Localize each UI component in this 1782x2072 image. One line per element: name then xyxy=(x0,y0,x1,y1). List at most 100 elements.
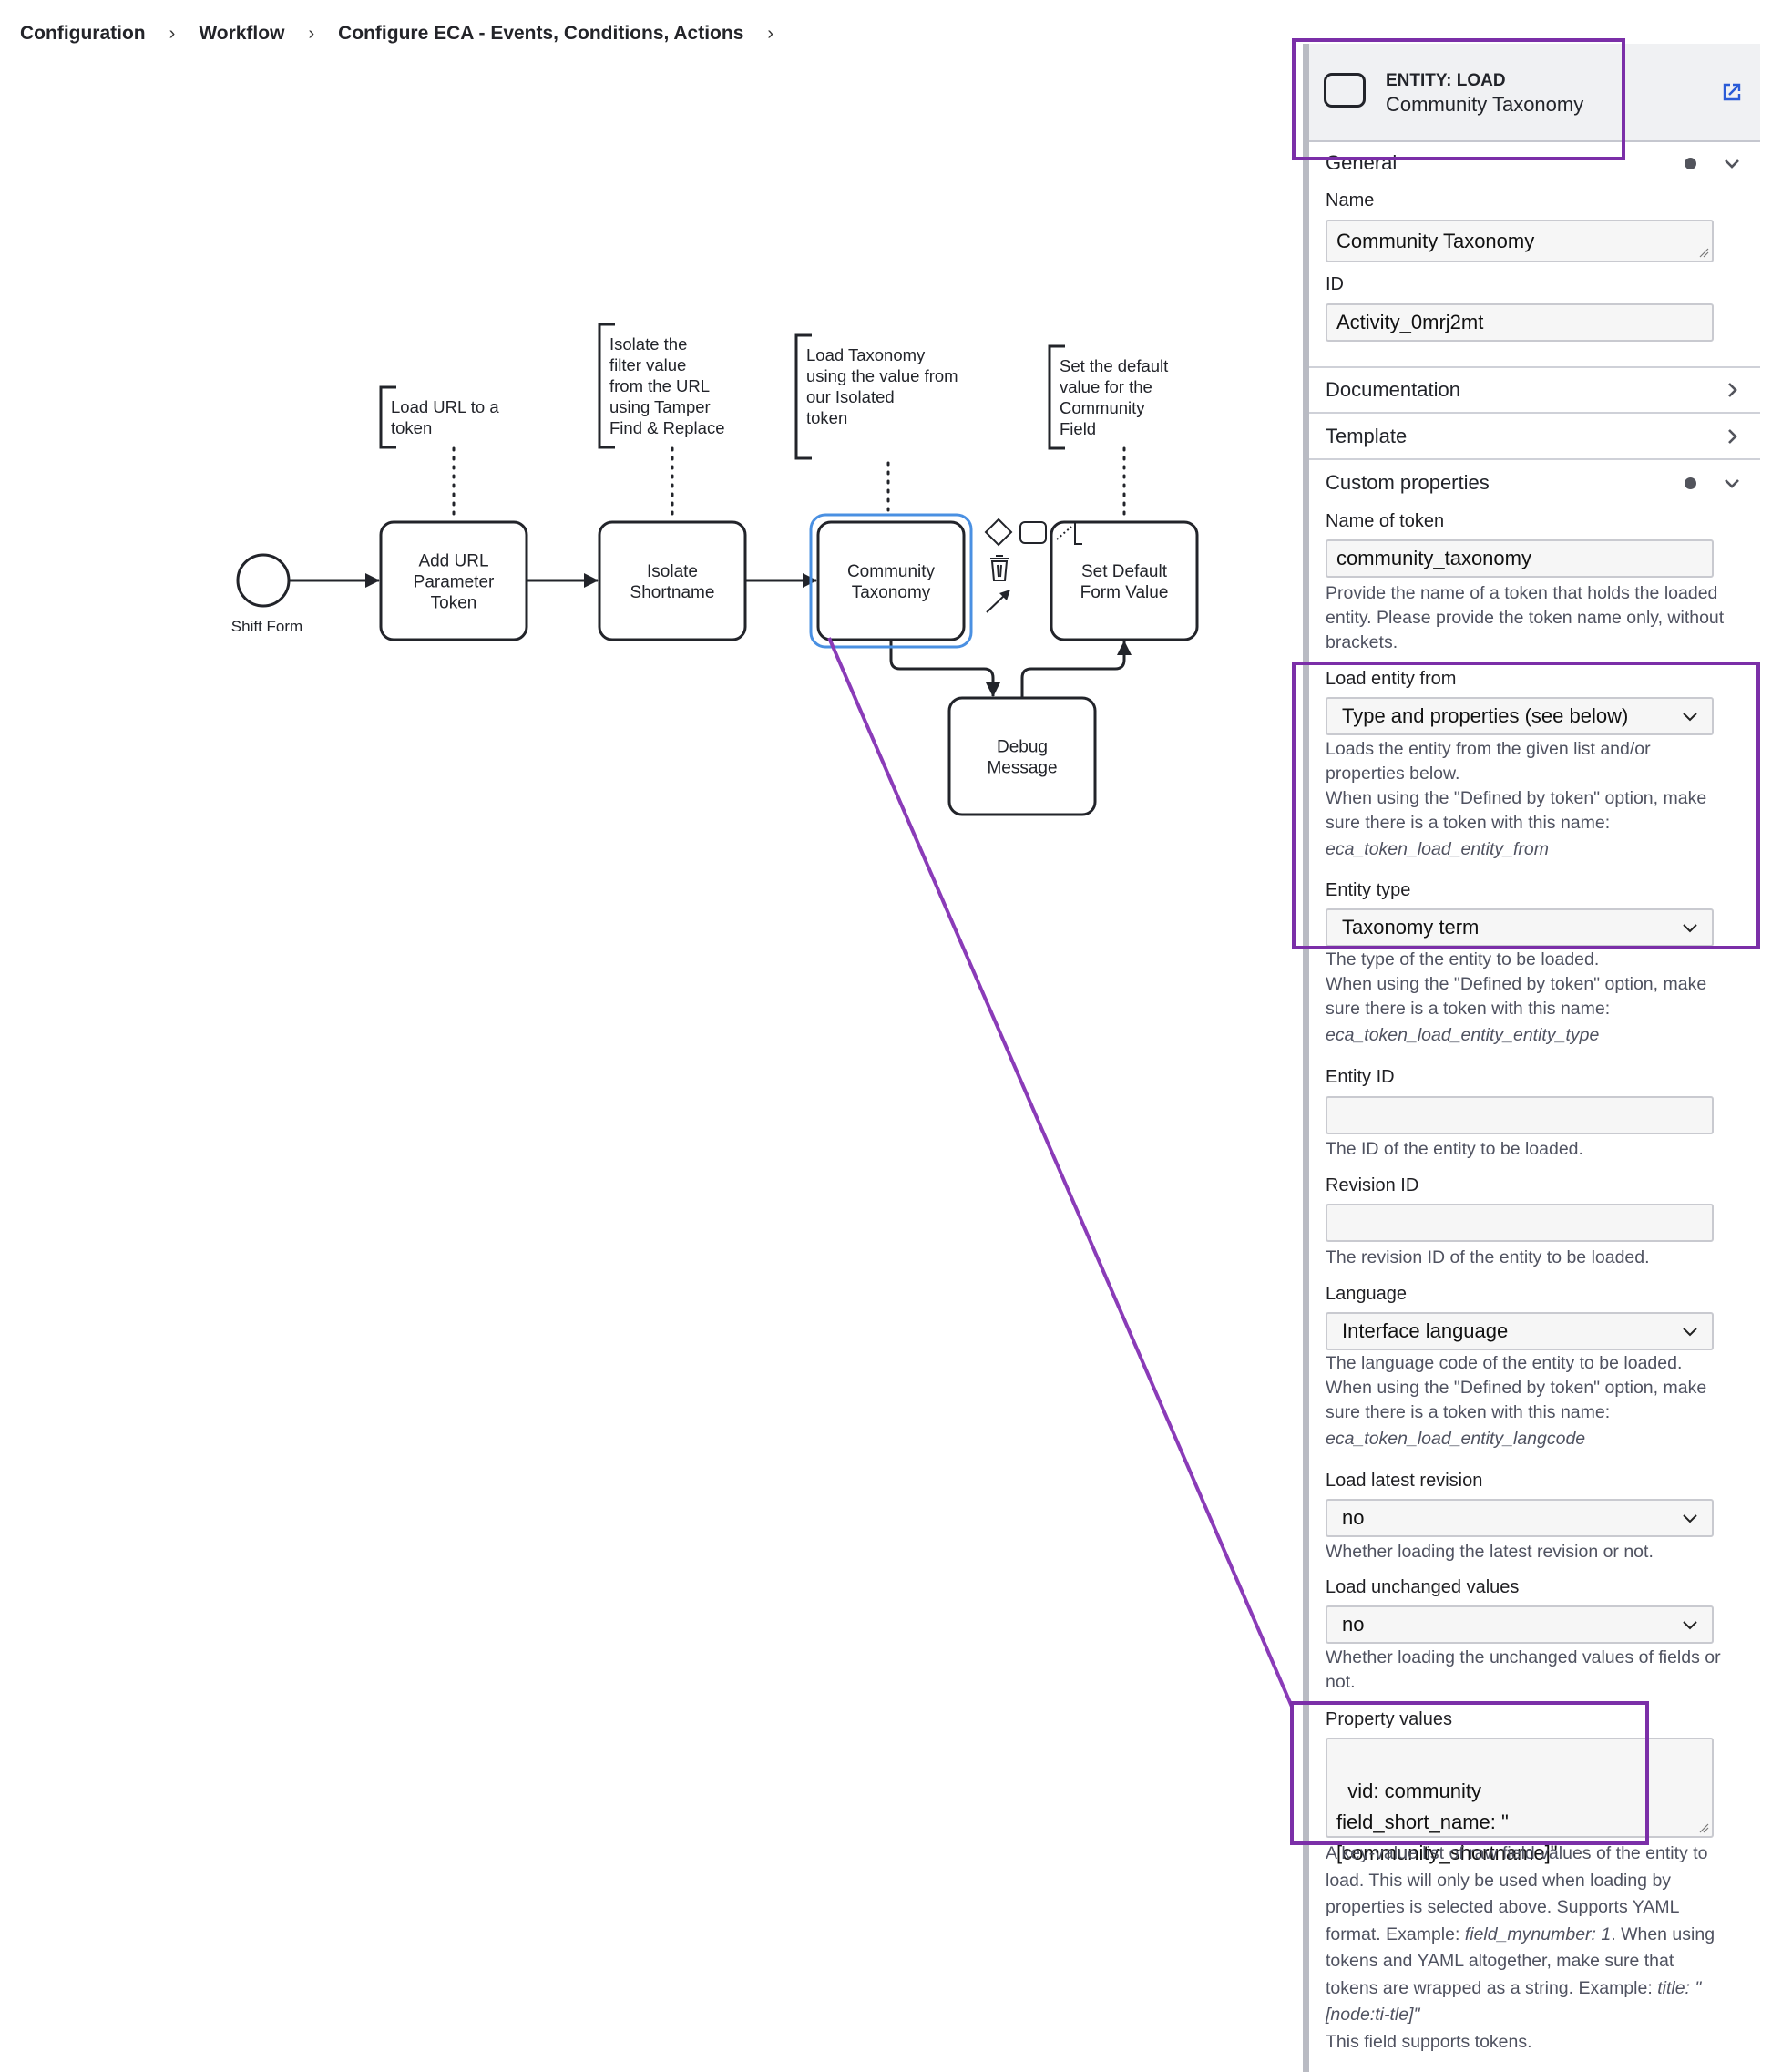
bpmn-canvas[interactable]: Shift Form Add URL Parameter Token Isolate S… xyxy=(0,0,1294,2072)
token-name-input[interactable]: community_taxonomy xyxy=(1326,539,1714,578)
task-icon[interactable] xyxy=(1019,521,1047,544)
property-values-help: A key-value list of raw field values of … xyxy=(1326,1841,1726,2056)
task-isolate[interactable]: Isolate Shortname xyxy=(598,520,747,641)
element-name: Community Taxonomy xyxy=(1386,93,1584,116)
chevron-down-icon xyxy=(1683,1514,1697,1523)
task-debug[interactable]: Debug Message xyxy=(947,696,1097,816)
id-input-value: Activity_0mrj2mt xyxy=(1336,311,1484,333)
language-token: eca_token_load_entity_langcode xyxy=(1326,1429,1586,1449)
unchanged-values-label: Load unchanged values xyxy=(1326,1577,1520,1597)
entity-id-help: The ID of the entity to be loaded. xyxy=(1326,1139,1583,1159)
section-template-label: Template xyxy=(1326,425,1408,447)
load-from-help-1: Loads the entity from the given list and… xyxy=(1326,739,1651,784)
section-documentation[interactable]: Documentation xyxy=(1309,368,1760,412)
entity-type-help-2: When using the "Defined by token" option… xyxy=(1326,974,1707,1019)
latest-revision-label: Load latest revision xyxy=(1326,1471,1483,1491)
element-type: ENTITY: LOAD xyxy=(1386,71,1506,90)
chevron-down-icon xyxy=(1683,1328,1697,1337)
task-shape-icon xyxy=(1324,73,1366,108)
name-label: Name xyxy=(1326,190,1375,210)
resize-handle-icon[interactable] xyxy=(1698,1822,1709,1833)
property-values-label: Property values xyxy=(1326,1709,1452,1729)
task-add-url[interactable]: Add URL Parameter Token xyxy=(379,520,528,641)
changed-indicator-icon xyxy=(1685,477,1696,489)
unchanged-values-value: no xyxy=(1342,1613,1365,1636)
entity-type-value: Taxonomy term xyxy=(1342,916,1480,939)
connect-arrow-icon[interactable] xyxy=(986,590,1010,613)
start-event-shift-form[interactable] xyxy=(236,553,291,608)
chevron-down-icon xyxy=(1683,713,1697,722)
divider xyxy=(1309,458,1760,460)
chevron-down-icon xyxy=(1725,159,1739,169)
id-input[interactable]: Activity_0mrj2mt xyxy=(1326,303,1714,342)
task-label: Message xyxy=(987,759,1057,778)
task-label: Parameter xyxy=(414,573,495,592)
annotation-text: using Tamper xyxy=(609,397,711,416)
name-input-value: Community Taxonomy xyxy=(1336,229,1535,252)
panel-resize-handle[interactable] xyxy=(1303,44,1309,2072)
task-label: Shortname xyxy=(630,583,715,602)
latest-revision-help: Whether loading the latest revision or n… xyxy=(1326,1542,1654,1562)
language-help: The language code of the entity to be lo… xyxy=(1326,1351,1726,1451)
chevron-down-icon xyxy=(1683,1621,1697,1630)
annotation-text: Community xyxy=(1060,398,1145,417)
flow-debug-to-set-default[interactable] xyxy=(1020,641,1132,698)
property-values-example-1: field_mynumber: 1 xyxy=(1464,1923,1612,1944)
chevron-down-icon xyxy=(1683,924,1697,933)
annotation-text: from the URL xyxy=(609,376,710,395)
load-from-token: eca_token_load_entity_from xyxy=(1326,839,1549,859)
text-annotations: Load URL to a token Isolate thefilter valu… xyxy=(379,323,1168,460)
section-custom-properties[interactable]: Custom properties xyxy=(1309,461,1760,505)
load-from-help: Loads the entity from the given list and… xyxy=(1326,737,1726,862)
delete-icon[interactable] xyxy=(990,555,1009,581)
chevron-right-icon xyxy=(1728,429,1737,444)
annotation-add-url[interactable]: Load URL to a token xyxy=(379,385,499,449)
task-community[interactable]: Community Taxonomy xyxy=(809,513,973,649)
language-value: Interface language xyxy=(1342,1319,1509,1342)
annotation-set-default[interactable]: Set the default value for the Community Fie… xyxy=(1048,344,1168,450)
start-event-label: Shift Form xyxy=(231,618,302,635)
task-label: Token xyxy=(431,594,477,613)
language-select[interactable]: Interface language xyxy=(1326,1312,1714,1350)
revision-id-input[interactable] xyxy=(1326,1204,1714,1242)
chevron-right-icon xyxy=(1728,383,1737,397)
latest-revision-select[interactable]: no xyxy=(1326,1499,1714,1537)
section-template[interactable]: Template xyxy=(1309,415,1760,458)
latest-revision-value: no xyxy=(1342,1506,1365,1529)
annotation-community[interactable]: Load Taxonomy using the value from our Iso… xyxy=(794,333,958,460)
entity-type-token: eca_token_load_entity_entity_type xyxy=(1326,1025,1600,1045)
annotation-isolate[interactable]: Isolate thefilter value from the URL using… xyxy=(598,323,724,449)
property-values-textarea[interactable]: vid: community field_short_name: " [comm… xyxy=(1326,1738,1714,1864)
external-link-icon[interactable] xyxy=(1722,82,1742,102)
associations xyxy=(452,446,1126,522)
annotation-text: Isolate the xyxy=(609,334,687,354)
task-label: Set Default xyxy=(1081,562,1168,581)
resize-handle-icon[interactable] xyxy=(1698,247,1709,258)
annotation-text: Find & Replace xyxy=(609,418,724,437)
language-help-1: The language code of the entity to be lo… xyxy=(1326,1353,1683,1373)
annotation-text: Load URL to a xyxy=(391,397,499,416)
entity-type-label: Entity type xyxy=(1326,880,1411,900)
revision-id-label: Revision ID xyxy=(1326,1175,1419,1195)
unchanged-values-select[interactable]: no xyxy=(1326,1605,1714,1644)
annotation-text: Load Taxonomy xyxy=(806,345,926,364)
load-from-select[interactable]: Type and properties (see below) xyxy=(1326,697,1714,735)
gateway-icon[interactable] xyxy=(984,518,1013,547)
name-input[interactable]: Community Taxonomy xyxy=(1326,220,1714,262)
section-general[interactable]: General xyxy=(1309,141,1760,185)
tasks: Add URL Parameter Token Isolate Shortname Com… xyxy=(379,513,1199,816)
annotation-text: value for the xyxy=(1060,377,1152,396)
token-name-help: Provide the name of a token that holds t… xyxy=(1326,583,1725,652)
task-label: Isolate xyxy=(647,562,698,581)
task-set-default[interactable]: Set Default Form Value xyxy=(1050,520,1199,641)
annotation-bracket xyxy=(379,385,396,449)
chevron-down-icon xyxy=(1725,479,1739,488)
annotation-text: filter value xyxy=(609,355,686,374)
unchanged-values-help: Whether loading the unchanged values of … xyxy=(1326,1647,1721,1692)
annotation-text: Field xyxy=(1060,419,1096,438)
entity-id-input[interactable] xyxy=(1326,1096,1714,1134)
entity-type-select[interactable]: Taxonomy term xyxy=(1326,908,1714,947)
annotation-text: Set the default xyxy=(1060,356,1168,375)
annotation-text: using the value from xyxy=(806,366,958,385)
panel-header: ENTITY: LOAD Community Taxonomy xyxy=(1309,44,1760,142)
